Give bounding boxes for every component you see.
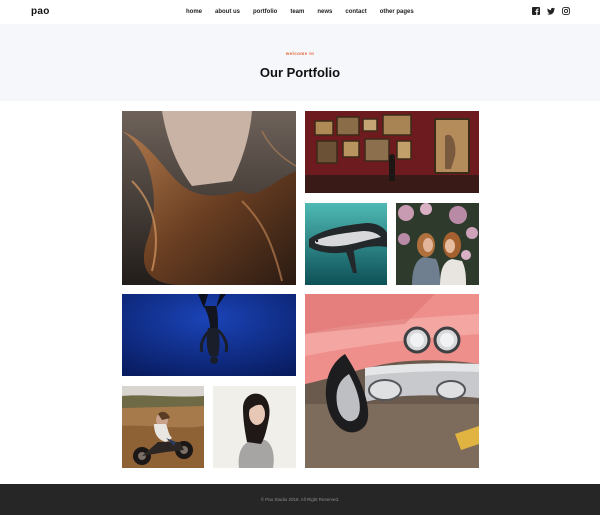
nav-team[interactable]: team bbox=[290, 8, 304, 16]
page-hero: welcome to Our Portfolio bbox=[0, 24, 600, 101]
social-links bbox=[532, 7, 570, 15]
portfolio-item-motorcycle[interactable] bbox=[122, 386, 204, 468]
car-image bbox=[305, 294, 479, 468]
hero-kicker: welcome to bbox=[285, 51, 315, 56]
portrait-image bbox=[213, 386, 296, 468]
nav-other-pages[interactable]: other pages bbox=[380, 8, 414, 16]
hair-image bbox=[122, 111, 296, 285]
nav-news[interactable]: news bbox=[317, 8, 332, 16]
portfolio-item-seal[interactable] bbox=[305, 203, 387, 285]
portfolio-item-portrait[interactable] bbox=[213, 386, 296, 468]
site-logo[interactable]: pao bbox=[31, 6, 50, 17]
nav-contact[interactable]: contact bbox=[345, 8, 366, 16]
nav-portfolio[interactable]: portfolio bbox=[253, 8, 277, 16]
instagram-icon[interactable] bbox=[562, 7, 570, 15]
portfolio-item-hair[interactable] bbox=[122, 111, 296, 285]
nav-home[interactable]: home bbox=[186, 8, 202, 16]
main-nav: home about us portfolio team news contac… bbox=[186, 8, 427, 16]
gallery-image bbox=[305, 111, 479, 193]
copyright-text: © Pao Studio 2018. All Right Reserved. bbox=[260, 497, 340, 502]
site-header: pao home about us portfolio team news co… bbox=[0, 0, 600, 24]
page-title: Our Portfolio bbox=[259, 65, 341, 80]
portfolio-item-gallery[interactable] bbox=[305, 111, 479, 193]
site-footer: © Pao Studio 2018. All Right Reserved. bbox=[0, 484, 600, 515]
friends-image bbox=[396, 203, 479, 285]
portfolio-item-diver[interactable] bbox=[122, 294, 296, 376]
portfolio-item-car[interactable] bbox=[305, 294, 479, 468]
motorcycle-image bbox=[122, 386, 204, 468]
facebook-icon[interactable] bbox=[532, 7, 540, 15]
portfolio-item-friends[interactable] bbox=[396, 203, 479, 285]
nav-about-us[interactable]: about us bbox=[215, 8, 240, 16]
twitter-icon[interactable] bbox=[547, 7, 555, 15]
diver-image bbox=[122, 294, 296, 376]
seal-image bbox=[305, 203, 387, 285]
